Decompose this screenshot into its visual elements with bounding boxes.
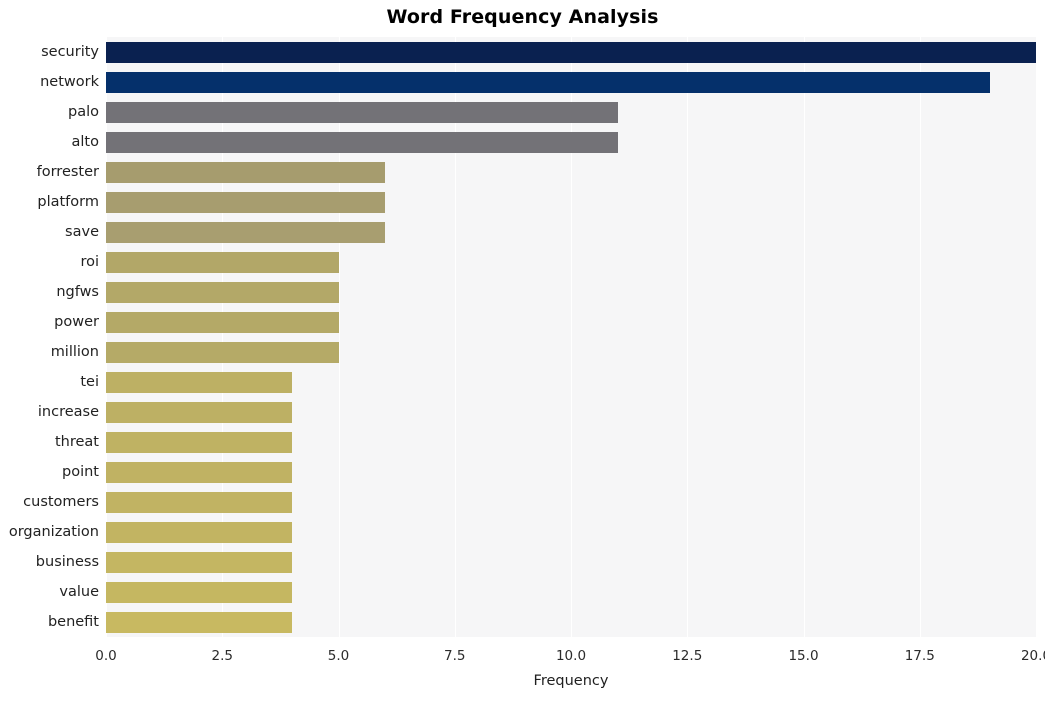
y-tick-label-organization: organization <box>8 523 99 540</box>
bar-ngfws <box>106 281 339 303</box>
y-tick-label-business: business <box>35 553 99 570</box>
bar-tei <box>106 371 292 393</box>
x-tick-label-10.0: 10.0 <box>555 648 587 664</box>
y-tick-label-customers: customers <box>23 493 99 510</box>
x-tick-label-17.5: 17.5 <box>904 648 935 664</box>
x-tick-label-0.0: 0.0 <box>95 648 117 664</box>
y-axis-category-labels: security network palo alto forrester platform… <box>0 37 99 637</box>
x-axis-title: Frequency <box>533 673 609 689</box>
y-tick-label-network: network <box>40 73 99 90</box>
chart-title: Word Frequency Analysis <box>386 6 659 28</box>
bar-threat <box>106 431 292 453</box>
bar-roi <box>106 251 339 273</box>
bar-customers <box>106 491 292 513</box>
bar-alto <box>106 131 618 153</box>
bar-organization <box>106 521 292 543</box>
x-tick-label-15.0: 15.0 <box>788 648 819 664</box>
y-tick-label-value: value <box>59 583 99 600</box>
bar-save <box>106 221 385 243</box>
y-tick-label-ngfws: ngfws <box>56 283 99 300</box>
y-tick-label-roi: roi <box>80 253 99 270</box>
bar-network <box>106 71 990 93</box>
word-frequency-chart-figure: Word Frequency Analysis security network p… <box>0 0 1045 701</box>
bar-value <box>106 581 292 603</box>
y-tick-label-platform: platform <box>37 193 99 210</box>
y-tick-label-threat: threat <box>54 433 99 450</box>
bar-increase <box>106 401 292 423</box>
bar-security <box>106 41 1036 63</box>
y-tick-label-forrester: forrester <box>36 163 99 180</box>
gridline-x-20.0 <box>1036 37 1037 637</box>
bars-layer <box>106 37 1036 637</box>
y-tick-label-power: power <box>54 313 99 330</box>
bar-business <box>106 551 292 573</box>
x-tick-label-7.5: 7.5 <box>444 648 466 664</box>
y-tick-label-point: point <box>62 463 99 480</box>
y-tick-label-million: million <box>50 343 99 360</box>
y-tick-label-security: security <box>41 43 99 60</box>
x-tick-label-5.0: 5.0 <box>327 648 350 664</box>
x-axis-tick-labels: 0.0 2.5 5.0 7.5 10.0 12.5 15.0 17.5 20.0 <box>0 648 1045 672</box>
bar-million <box>106 341 339 363</box>
bar-benefit <box>106 611 292 633</box>
y-tick-label-benefit: benefit <box>47 613 99 630</box>
bar-power <box>106 311 339 333</box>
x-tick-label-20.0: 20.0 <box>1020 648 1045 664</box>
y-tick-label-tei: tei <box>80 373 99 390</box>
y-tick-label-save: save <box>65 223 99 240</box>
bar-palo <box>106 101 618 123</box>
y-tick-label-increase: increase <box>37 403 99 420</box>
y-tick-label-alto: alto <box>71 133 99 150</box>
bar-forrester <box>106 161 385 183</box>
y-tick-label-palo: palo <box>68 103 99 120</box>
x-tick-label-2.5: 2.5 <box>211 648 233 664</box>
bar-point <box>106 461 292 483</box>
x-tick-label-12.5: 12.5 <box>672 648 703 664</box>
bar-platform <box>106 191 385 213</box>
